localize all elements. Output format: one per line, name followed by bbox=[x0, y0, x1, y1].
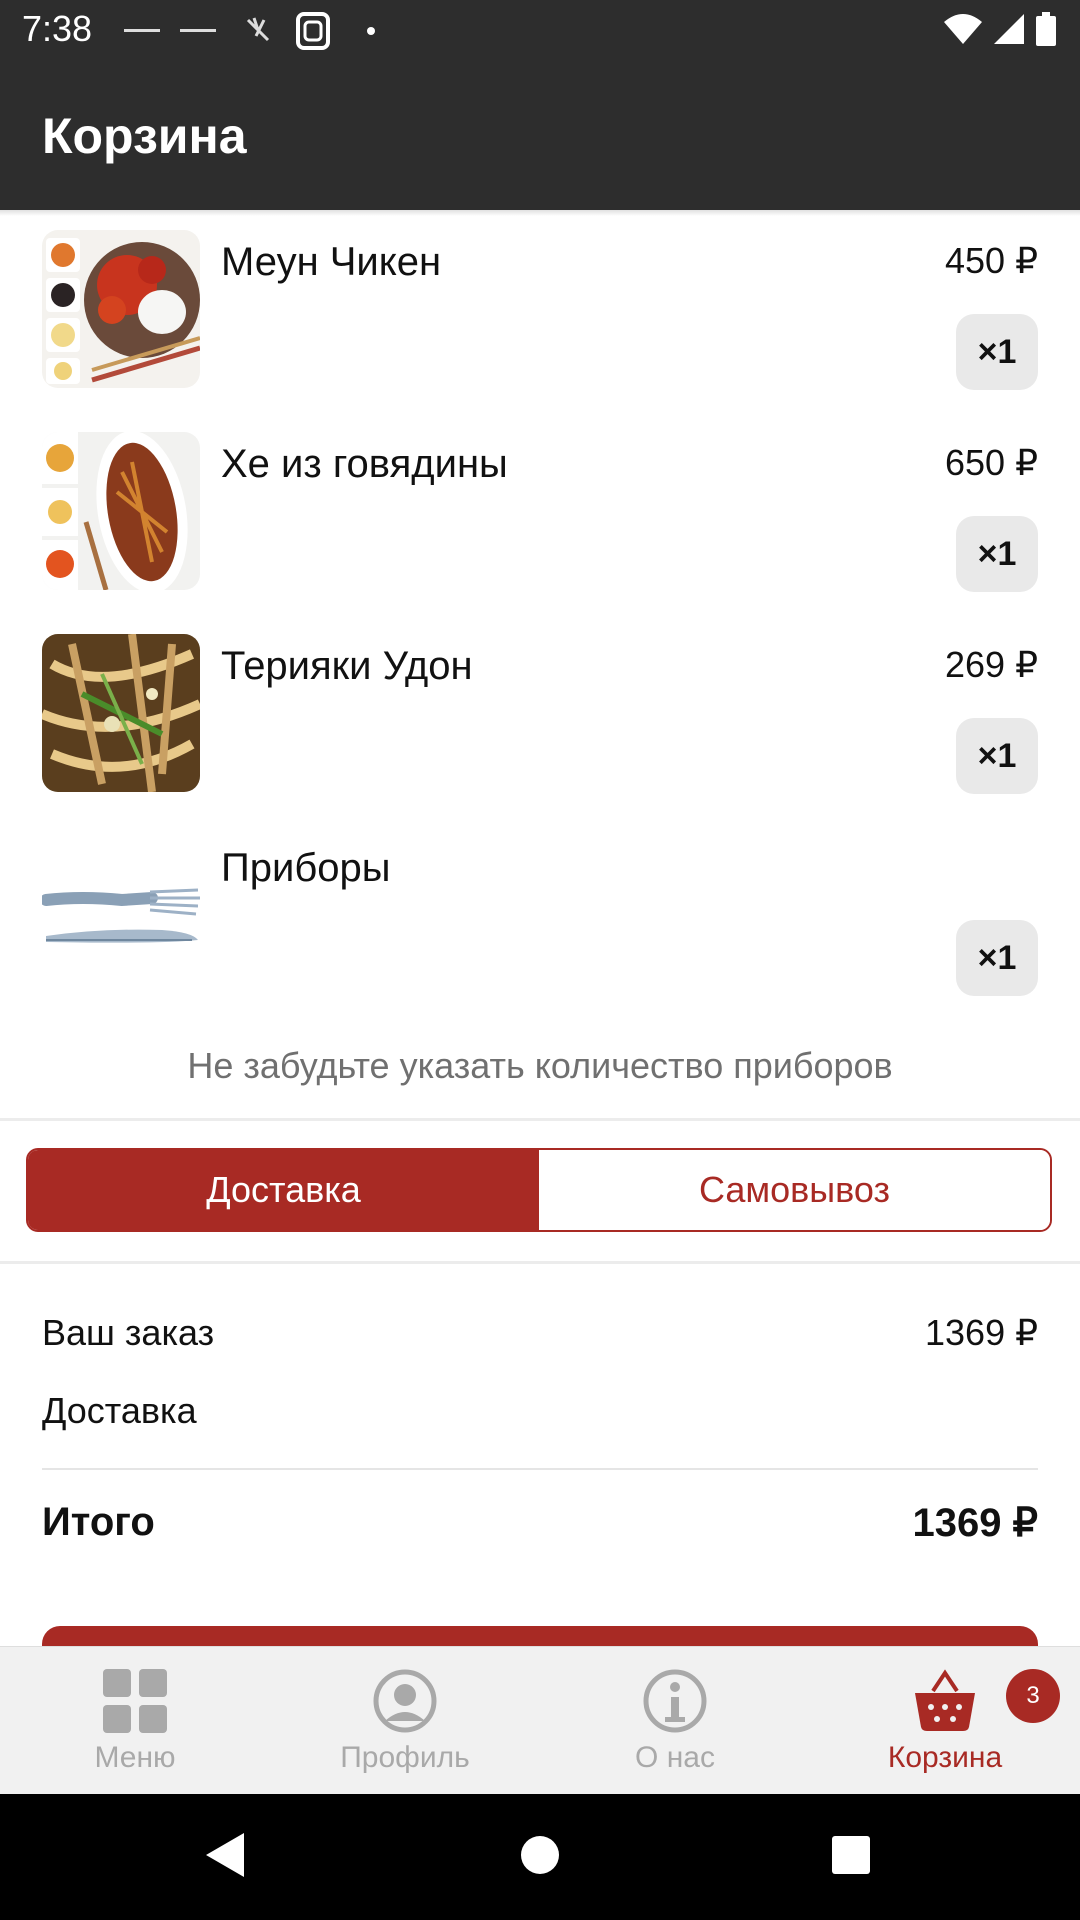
pickup-option[interactable]: Самовывоз bbox=[539, 1150, 1050, 1230]
item-name: Меун Чикен bbox=[221, 240, 442, 284]
item-price: 269 ₽ bbox=[945, 644, 1038, 685]
cart-item: Терияки Удон 269 ₽ ×1 bbox=[0, 634, 1080, 834]
order-label: Ваш заказ bbox=[42, 1312, 215, 1353]
cart-item: Приборы ×1 bbox=[0, 836, 1080, 1036]
divider bbox=[0, 1261, 1080, 1264]
total-row: Итого 1369 ₽ bbox=[42, 1500, 1038, 1546]
delivery-toggle: Доставка Самовывоз bbox=[26, 1148, 1052, 1232]
wifi-icon bbox=[944, 14, 982, 44]
quantity-button[interactable]: ×1 bbox=[956, 516, 1038, 592]
nav-profile[interactable]: Профиль bbox=[270, 1647, 540, 1795]
divider bbox=[0, 1118, 1080, 1121]
grid-icon bbox=[103, 1669, 167, 1733]
nav-label: О нас bbox=[635, 1741, 715, 1774]
home-icon[interactable] bbox=[520, 1831, 560, 1879]
dot-icon bbox=[367, 27, 375, 35]
back-icon[interactable] bbox=[204, 1831, 246, 1879]
nav-label: Меню bbox=[94, 1741, 176, 1774]
notification-icon-2 bbox=[180, 29, 216, 32]
basket-icon bbox=[915, 1669, 975, 1731]
nav-about[interactable]: О нас bbox=[540, 1647, 810, 1795]
item-price: 650 ₽ bbox=[945, 442, 1038, 483]
nav-label: Корзина bbox=[887, 1741, 1003, 1774]
status-bar: 7:38 bbox=[0, 0, 1080, 63]
item-name: Терияки Удон bbox=[221, 644, 473, 688]
dish-image bbox=[42, 432, 200, 590]
cutlery-image bbox=[42, 836, 200, 994]
profile-icon bbox=[373, 1669, 437, 1733]
system-navigation-bar bbox=[0, 1794, 1080, 1920]
info-icon bbox=[643, 1669, 707, 1733]
cart-count-badge: 3 bbox=[1006, 1669, 1060, 1723]
recents-icon[interactable] bbox=[830, 1831, 872, 1879]
total-value: 1369 ₽ bbox=[912, 1501, 1038, 1545]
delivery-option[interactable]: Доставка bbox=[28, 1150, 539, 1230]
app-bar: Корзина bbox=[0, 63, 1080, 210]
bottom-navigation: Меню Профиль О нас Корзина 3 bbox=[0, 1646, 1080, 1795]
status-time: 7:38 bbox=[22, 8, 93, 49]
dish-image bbox=[42, 230, 200, 388]
total-label: Итого bbox=[42, 1500, 155, 1544]
nav-menu[interactable]: Меню bbox=[0, 1647, 270, 1795]
order-value: 1369 ₽ bbox=[925, 1312, 1038, 1353]
battery-icon bbox=[1036, 12, 1056, 46]
notification-icon-1 bbox=[124, 29, 160, 32]
item-name: Приборы bbox=[221, 846, 391, 890]
quantity-button[interactable]: ×1 bbox=[956, 314, 1038, 390]
item-price: 450 ₽ bbox=[945, 240, 1038, 281]
notification-icon-3 bbox=[246, 17, 270, 42]
delivery-label: Доставка bbox=[42, 1390, 197, 1431]
dish-image bbox=[42, 634, 200, 792]
nav-label: Профиль bbox=[340, 1741, 470, 1774]
nav-cart[interactable]: Корзина 3 bbox=[810, 1647, 1080, 1795]
item-name: Хе из говядины bbox=[221, 442, 508, 486]
quantity-button[interactable]: ×1 bbox=[956, 920, 1038, 996]
signal-icon bbox=[994, 14, 1024, 44]
page-title: Корзина bbox=[42, 108, 247, 164]
order-subtotal-row: Ваш заказ 1369 ₽ bbox=[42, 1312, 1038, 1354]
quantity-button[interactable]: ×1 bbox=[956, 718, 1038, 794]
cart-item: Меун Чикен 450 ₽ ×1 bbox=[0, 230, 1080, 430]
delivery-row: Доставка bbox=[42, 1390, 1038, 1432]
cutlery-hint: Не забудьте указать количество приборов bbox=[187, 1045, 893, 1086]
instagram-icon bbox=[296, 12, 330, 50]
cart-item: Хе из говядины 650 ₽ ×1 bbox=[0, 432, 1080, 632]
summary-divider bbox=[42, 1468, 1038, 1470]
app-bar-shadow bbox=[0, 210, 1080, 216]
